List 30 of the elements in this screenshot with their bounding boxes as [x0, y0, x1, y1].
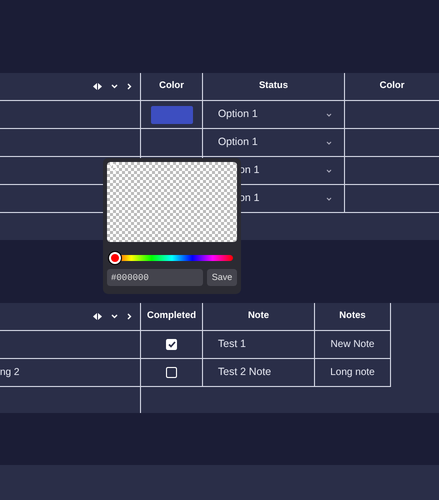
checkbox[interactable]: [166, 339, 177, 350]
hex-input-field[interactable]: #000000: [107, 269, 203, 286]
color-swatch[interactable]: [150, 106, 192, 124]
chevron-right-icon[interactable]: [127, 313, 132, 320]
cell-text: ng 2: [0, 366, 20, 380]
notes-text: Long note: [330, 366, 375, 380]
note-text: Test 2 Note: [218, 364, 272, 380]
chevron-down-icon[interactable]: [111, 84, 118, 89]
column-header: Color: [159, 79, 184, 94]
column-header: Notes: [339, 309, 366, 324]
column-header: Status: [258, 79, 288, 94]
status-text: Option 1: [218, 134, 258, 150]
dropdown-chevron-icon[interactable]: [326, 168, 332, 172]
column-header: Note: [248, 309, 270, 324]
chevron-right-icon[interactable]: [127, 83, 132, 90]
dropdown-chevron-icon[interactable]: [326, 140, 332, 144]
hue-thumb[interactable]: [109, 252, 121, 264]
note-text: Test 1: [218, 336, 246, 352]
picker-handle[interactable]: [110, 164, 117, 171]
dropdown-chevron-icon[interactable]: [326, 196, 332, 200]
status-text: Option 1: [218, 106, 258, 122]
column-header: Completed: [146, 309, 196, 324]
column-header: Color: [380, 79, 404, 94]
checkbox[interactable]: [166, 367, 177, 378]
dropdown-chevron-icon[interactable]: [326, 112, 332, 116]
resize-icon[interactable]: [93, 83, 102, 90]
resize-icon[interactable]: [93, 313, 102, 320]
save-button[interactable]: Save: [207, 269, 237, 286]
notes-text: New Note: [330, 338, 374, 352]
chevron-down-icon[interactable]: [111, 314, 118, 319]
